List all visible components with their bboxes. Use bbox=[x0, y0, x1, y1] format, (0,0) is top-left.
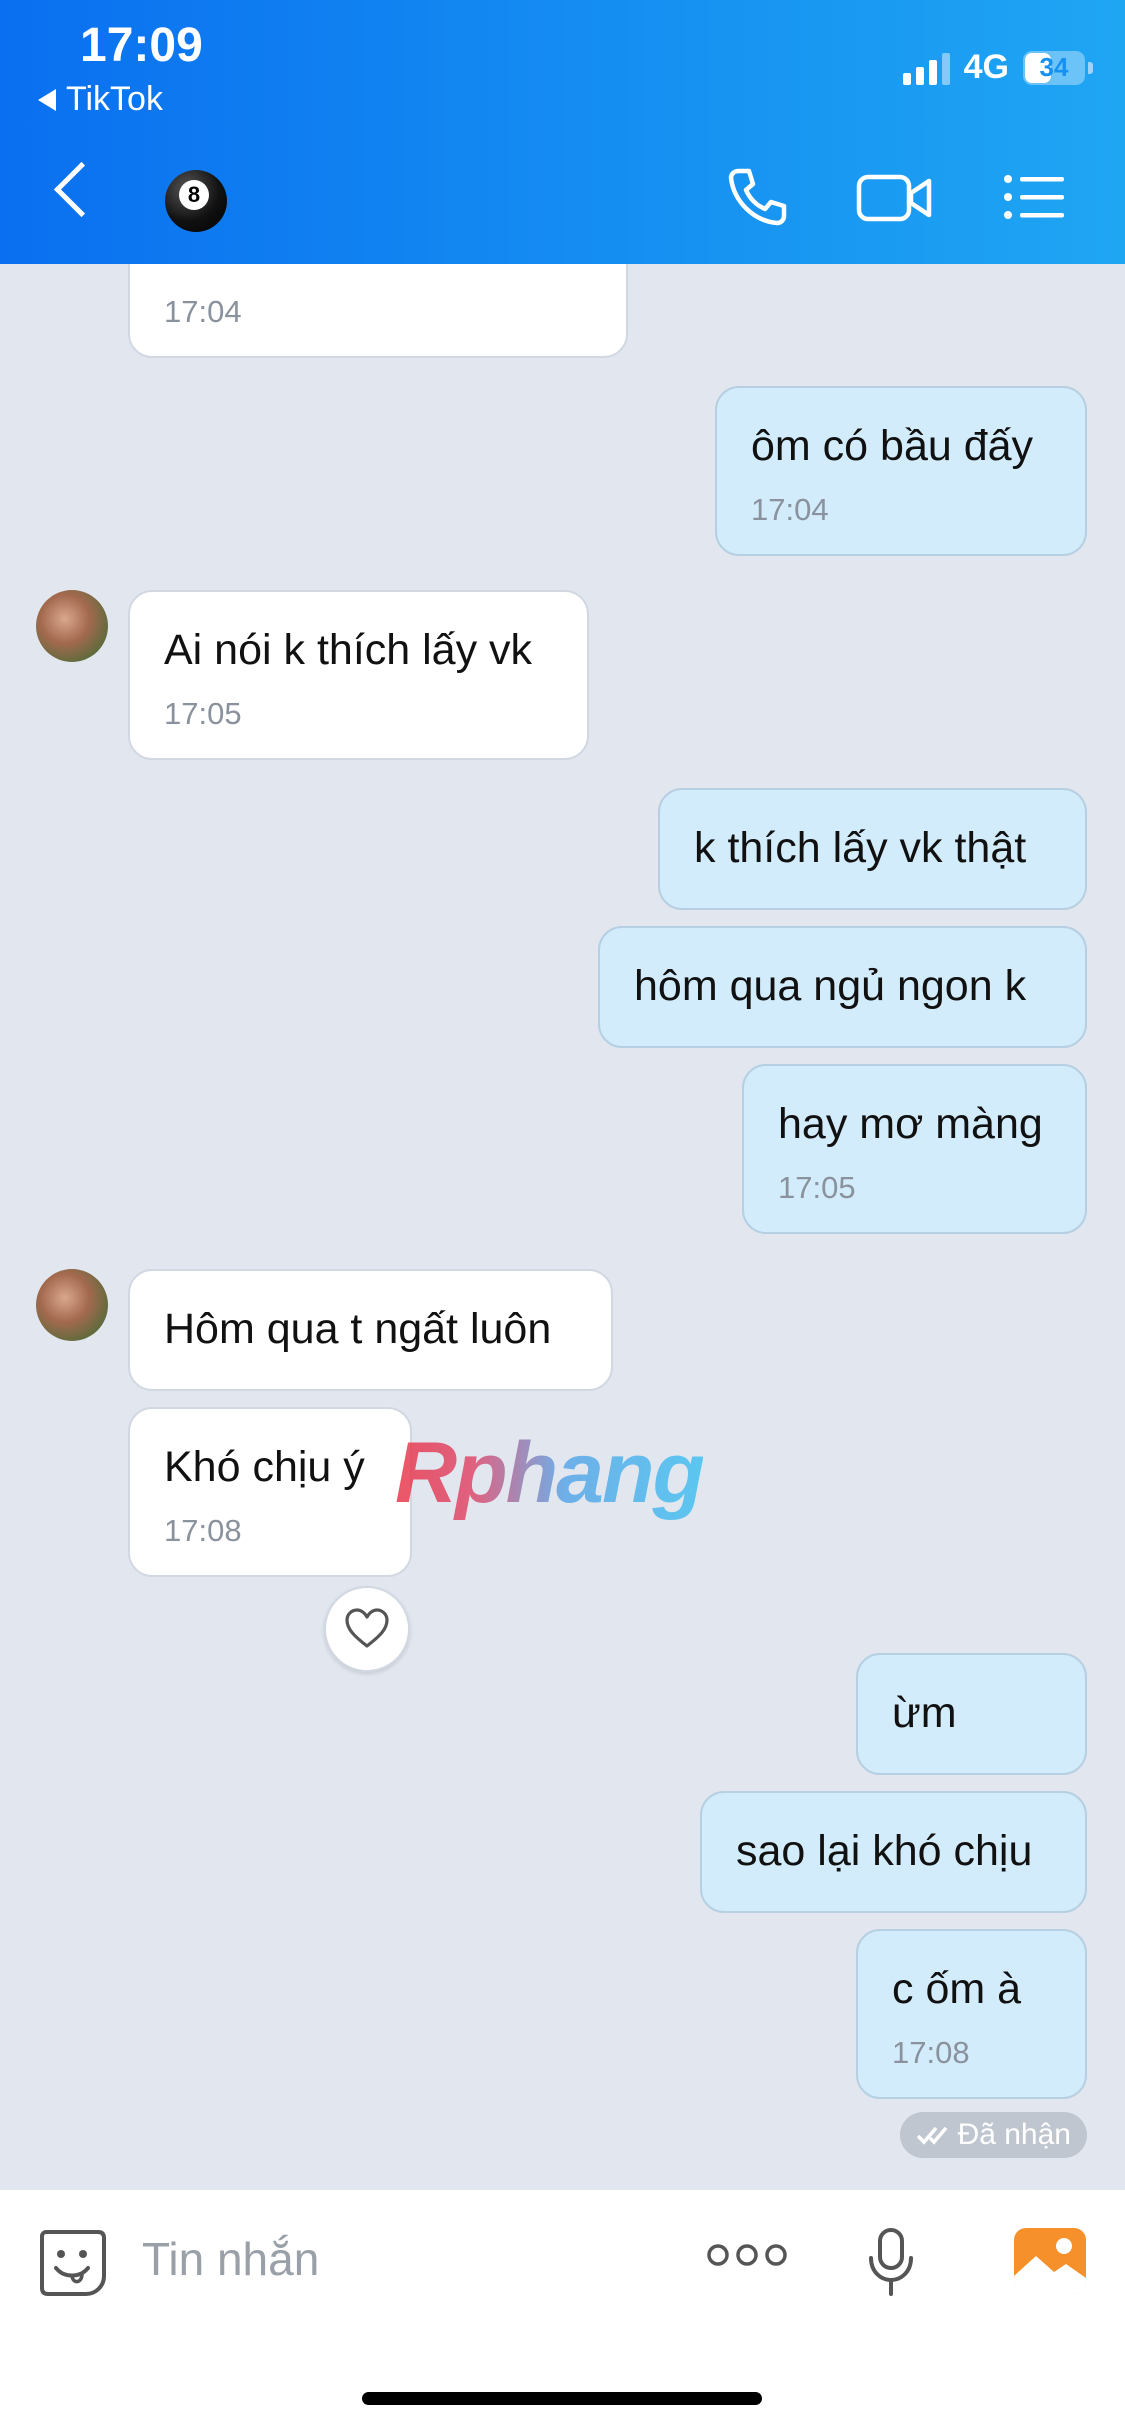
contact-avatar[interactable] bbox=[36, 1269, 108, 1341]
home-indicator[interactable] bbox=[362, 2392, 762, 2405]
network-type: 4G bbox=[963, 48, 1009, 86]
message-text: Khó chịu ý bbox=[164, 1443, 365, 1491]
message-time: 17:08 bbox=[164, 1513, 242, 1548]
message-time: 17:08 bbox=[892, 2035, 970, 2070]
delivered-status-badge: Đã nhận bbox=[899, 2112, 1087, 2158]
message-bubble-outgoing[interactable]: sao lại khó chịu bbox=[700, 1791, 1087, 1913]
message-bubble-outgoing[interactable]: k thích lấy vk thật bbox=[658, 788, 1087, 910]
microphone-icon[interactable] bbox=[866, 2226, 916, 2298]
message-text: hôm qua ngủ ngon k bbox=[634, 962, 1027, 1010]
back-triangle-icon bbox=[38, 88, 56, 111]
message-text: Ai nói k thích lấy vk bbox=[164, 626, 533, 674]
video-call-icon[interactable] bbox=[855, 165, 935, 229]
battery-level: 34 bbox=[1039, 52, 1069, 82]
message-bubble-outgoing[interactable]: ôm có bầu đấy 17:04 bbox=[715, 386, 1087, 556]
message-bubble-outgoing[interactable]: hay mơ màng 17:05 bbox=[742, 1064, 1087, 1234]
message-bubble-incoming[interactable]: 17:04 bbox=[128, 264, 628, 358]
battery-icon: 34 bbox=[1023, 50, 1093, 85]
status-time: 17:09 bbox=[80, 19, 203, 72]
message-time: 17:04 bbox=[751, 492, 829, 527]
message-bubble-incoming[interactable]: Hôm qua t ngất luôn bbox=[128, 1269, 613, 1391]
message-bubble-outgoing[interactable]: c ốm à 17:08 bbox=[856, 1929, 1087, 2099]
message-bubble-outgoing[interactable]: hôm qua ngủ ngon k bbox=[598, 926, 1087, 1048]
reaction-heart-button[interactable] bbox=[324, 1586, 410, 1672]
message-list[interactable]: 17:04 ôm có bầu đấy 17:04 Ai nói k thích… bbox=[0, 264, 1125, 2190]
message-time: 17:05 bbox=[778, 1170, 856, 1205]
contact-avatar[interactable] bbox=[36, 590, 108, 662]
message-text: k thích lấy vk thật bbox=[694, 824, 1027, 872]
signal-icon bbox=[902, 51, 950, 85]
back-to-app-link[interactable]: TikTok bbox=[38, 80, 163, 119]
message-text: hay mơ màng bbox=[778, 1100, 1043, 1148]
phone-call-icon[interactable] bbox=[725, 165, 789, 229]
back-app-label: TikTok bbox=[66, 80, 163, 118]
message-text: ôm có bầu đấy bbox=[751, 422, 1034, 470]
double-check-icon bbox=[916, 2126, 947, 2145]
menu-list-icon[interactable] bbox=[1002, 165, 1066, 229]
status-indicators: 4G 34 bbox=[902, 48, 1093, 87]
message-time: 17:05 bbox=[164, 696, 242, 731]
message-time: 17:04 bbox=[164, 294, 242, 329]
billiard-ball-8-icon[interactable]: 8 bbox=[165, 170, 227, 232]
message-text: ừm bbox=[892, 1689, 957, 1737]
message-bubble-outgoing[interactable]: ừm bbox=[856, 1653, 1087, 1775]
message-bubble-incoming[interactable]: Khó chịu ý 17:08 bbox=[128, 1407, 412, 1577]
watermark-logo: Rphang bbox=[395, 1425, 705, 1521]
photo-gallery-icon[interactable] bbox=[1012, 2226, 1088, 2296]
delivered-label: Đã nhận bbox=[957, 2118, 1071, 2151]
back-chevron-icon[interactable] bbox=[53, 161, 110, 218]
ball-number: 8 bbox=[179, 180, 209, 210]
message-text: Hôm qua t ngất luôn bbox=[164, 1305, 552, 1353]
message-input[interactable]: Tin nhắn bbox=[142, 2232, 319, 2286]
heart-icon bbox=[345, 1608, 389, 1648]
message-text: sao lại khó chịu bbox=[736, 1827, 1033, 1875]
more-options-icon[interactable] bbox=[706, 2240, 788, 2270]
sticker-emoji-icon[interactable] bbox=[36, 2226, 108, 2298]
message-text: c ốm à bbox=[892, 1965, 1022, 2013]
chat-header: 17:09 TikTok 4G 34 8 bbox=[0, 0, 1125, 264]
message-bubble-incoming[interactable]: Ai nói k thích lấy vk 17:05 bbox=[128, 590, 589, 760]
